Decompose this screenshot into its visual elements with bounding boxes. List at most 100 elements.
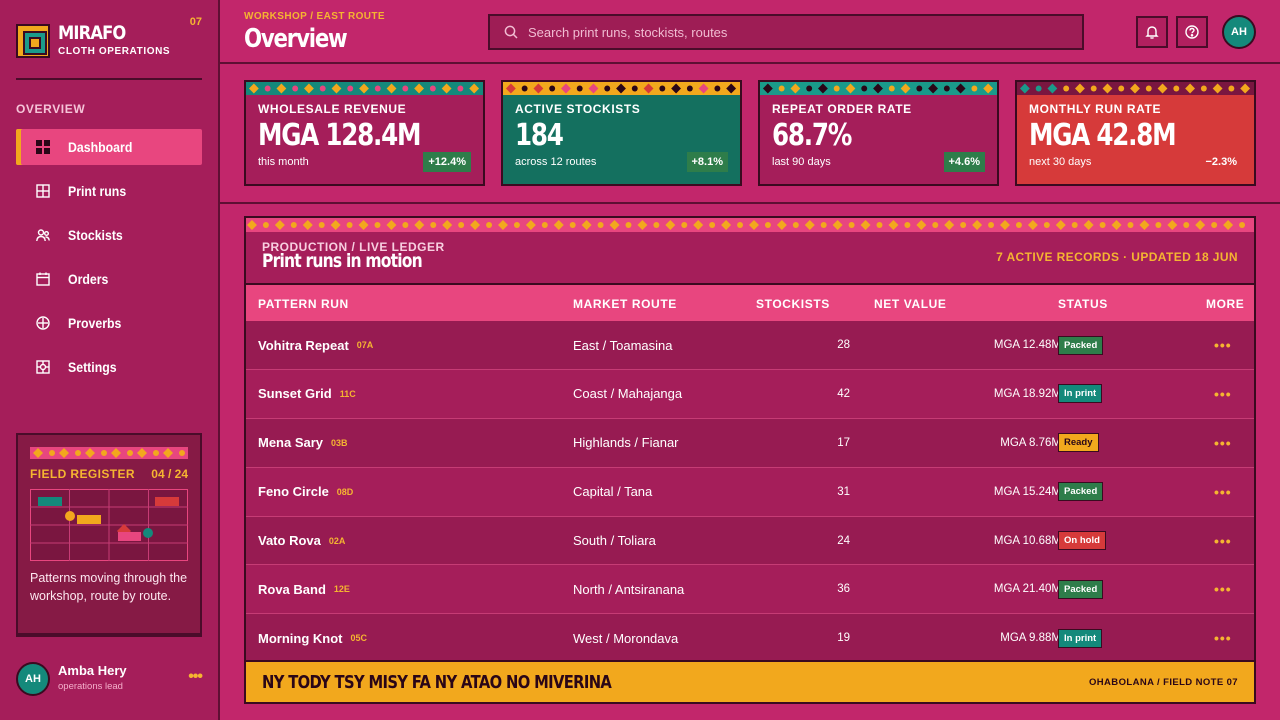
sidebar-item-orders[interactable]: Orders [16,261,202,297]
status-cell: Packed [1058,468,1104,516]
market-route-cell: West / Morondava [573,630,679,646]
brand-name: MIRAFO [58,22,126,44]
user-name: Amba Hery [58,663,127,678]
sidebar-item-label: Dashboard [68,139,133,155]
sidebar-item-settings[interactable]: Settings [16,349,202,385]
kpi-label: REPEAT ORDER RATE [772,102,912,116]
pattern-run-code: 07A [356,340,374,350]
table-row[interactable]: Vato Rova 02A South / Toliara 24 MGA 10.68M O… [246,516,1254,566]
ledger-meta: 7 ACTIVE RECORDS · UPDATED 18 JUN [996,250,1238,264]
sidebar-nav: Dashboard Print runs Stockists Orders Pr… [16,129,202,393]
stockists-cell: 31 [837,485,850,498]
kpi-card-repeat-order-rate[interactable]: REPEAT ORDER RATE 68.7% last 90 days +4.… [758,80,999,186]
net-value-cell: MGA 9.88M [1000,632,1061,645]
table-row[interactable]: Mena Sary 03B Highlands / Fianar 17 MGA 8.76… [246,418,1254,468]
notifications-button[interactable] [1136,16,1168,48]
help-button[interactable] [1176,16,1208,48]
row-more-button[interactable]: ••• [1214,419,1232,467]
column-header-status[interactable]: STATUS [1058,297,1108,311]
field-register-count: 04 / 24 [151,467,188,481]
pattern-strip [246,82,483,95]
table-row[interactable]: Rova Band 12E North / Antsiranana 36 MGA 21.… [246,565,1254,615]
user-profile[interactable]: AH Amba Hery operations lead ••• [16,662,203,696]
pattern-strip [503,82,740,95]
kpi-delta-badge: +4.6% [943,152,985,172]
market-route-cell: North / Antsiranana [573,581,685,597]
crosshair-icon [36,316,50,330]
table-body: Vohitra Repeat 07A East / Toamasina 28 MGA 1… [246,321,1254,664]
settings-icon [36,360,50,374]
pattern-run-code: 11C [339,388,356,399]
sidebar-item-label: Orders [68,271,109,287]
brand[interactable]: MIRAFO CLOTH OPERATIONS 07 [16,16,202,60]
sidebar-item-print-runs[interactable]: Print runs [16,173,202,209]
pattern-run-name: Mena Sary [258,435,324,451]
nav-heading: OVERVIEW [16,102,86,116]
table-row[interactable]: Feno Circle 08D Capital / Tana 31 MGA 15.24M… [246,468,1254,517]
row-more-button[interactable]: ••• [1214,468,1232,516]
column-header-stockists[interactable]: STOCKISTS [756,297,830,311]
kpi-label: WHOLESALE REVENUE [258,102,407,116]
pattern-run-cell: Morning Knot 05C [258,614,367,662]
field-register-card: FIELD REGISTER 04 / 24 Patterns moving t… [16,433,202,637]
column-header-pattern-run[interactable]: PATTERN RUN [258,297,349,311]
sidebar-item-proverbs[interactable]: Proverbs [16,305,202,341]
kpi-value: MGA 42.8M [1029,118,1177,153]
pattern-run-name: Morning Knot [258,630,343,646]
net-value-cell: MGA 12.48M [993,339,1061,351]
pattern-run-cell: Vato Rova 02A [258,517,345,565]
kpi-card-active-stockists[interactable]: ACTIVE STOCKISTS 184 across 12 routes +8… [501,80,742,186]
status-cell: In print [1058,370,1103,418]
account-avatar[interactable]: AH [1222,15,1256,49]
status-badge: On hold [1058,531,1106,551]
net-value-cell: MGA 8.76M [1000,436,1061,449]
stockists-cell: 19 [837,632,850,645]
bell-icon [1145,26,1159,39]
kpi-caption: next 30 days [1029,156,1092,168]
pattern-strip [760,82,997,95]
kpi-delta-badge: +12.4% [423,152,471,172]
stockists-cell: 17 [837,436,850,449]
market-route-cell: Capital / Tana [573,484,653,500]
user-more-button[interactable]: ••• [188,668,203,686]
sidebar: MIRAFO CLOTH OPERATIONS 07 OVERVIEW Dash… [0,0,220,720]
row-more-button[interactable]: ••• [1214,565,1232,613]
pattern-run-code: 12E [333,584,350,595]
sidebar-item-stockists[interactable]: Stockists [16,217,202,253]
pattern-run-cell: Feno Circle 08D [258,468,353,516]
column-header-net-value[interactable]: NET VALUE [874,297,947,311]
search-bar[interactable] [488,14,1084,50]
kpi-card-monthly-run-rate[interactable]: MONTHLY RUN RATE MGA 42.8M next 30 days … [1015,80,1256,186]
user-role: operations lead [58,681,123,692]
pattern-run-code: 02A [328,535,346,546]
table-row[interactable]: Morning Knot 05C West / Morondava 19 MGA 9.8… [246,614,1254,664]
market-route-cell: South / Toliara [573,533,656,549]
pattern-run-cell: Mena Sary 03B [258,419,348,467]
page-title: Overview [244,24,348,54]
sidebar-item-label: Settings [68,359,117,375]
row-more-button[interactable]: ••• [1214,517,1232,565]
table-row[interactable]: Sunset Grid 11C Coast / Mahajanga 42 MGA 18.… [246,370,1254,419]
search-input[interactable] [528,24,1068,40]
row-more-button[interactable]: ••• [1214,614,1232,662]
column-header-market-route[interactable]: MARKET ROUTE [573,297,677,311]
proverb-note: OHABOLANA / FIELD NOTE 07 [1089,677,1238,688]
status-cell: On hold [1058,517,1106,565]
status-badge: Ready [1058,433,1099,453]
sidebar-item-dashboard[interactable]: Dashboard [16,129,202,165]
kpi-card-wholesale-revenue[interactable]: WHOLESALE REVENUE MGA 128.4M this month … [244,80,485,186]
net-value-cell: MGA 10.68M [993,534,1061,547]
brand-number: 07 [189,16,202,28]
table-row[interactable]: Vohitra Repeat 07A East / Toamasina 28 MGA 1… [246,321,1254,370]
status-cell: Packed [1058,321,1104,369]
row-more-button[interactable]: ••• [1214,370,1232,418]
help-icon [1185,25,1199,39]
brand-subtitle: CLOTH OPERATIONS [58,46,171,57]
kpi-delta-badge: −2.3% [1205,156,1238,168]
status-badge: In print [1058,384,1103,404]
stockists-cell: 42 [837,387,850,400]
kpi-value: 68.7% [772,118,852,153]
market-route-cell: East / Toamasina [573,337,673,353]
pattern-strip [246,218,1254,232]
row-more-button[interactable]: ••• [1214,321,1232,369]
